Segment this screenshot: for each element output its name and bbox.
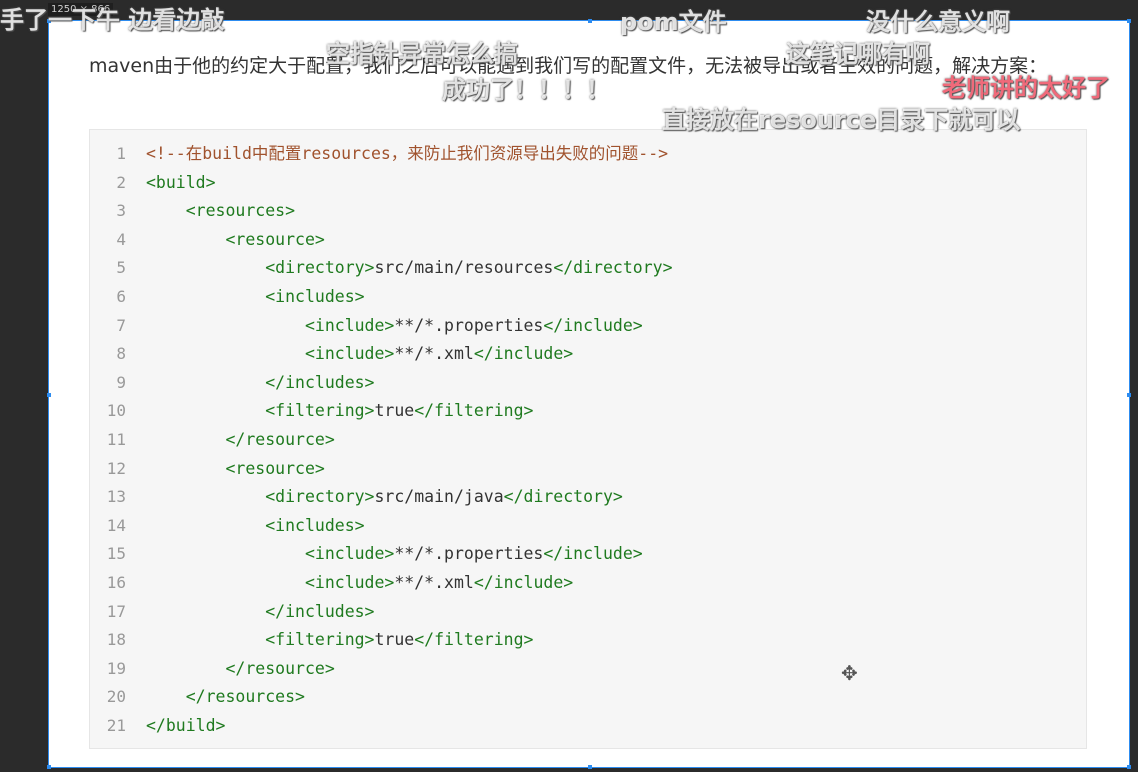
code-text: <build> [146, 172, 216, 192]
code-text: <includes> [265, 287, 365, 306]
line-number: 9 [116, 372, 126, 392]
resize-handle-right[interactable] [1127, 393, 1131, 397]
line-number: 6 [116, 287, 126, 306]
code-text: <directory>src/main/resources</directory… [265, 258, 673, 278]
line-number: 13 [106, 487, 126, 507]
danmaku-comment: 没什么意义啊 [866, 8, 1010, 36]
resize-handle-bl[interactable] [47, 765, 51, 769]
code-text: </includes> [265, 372, 375, 392]
danmaku-comment: 直接放在resource目录下就可以 [662, 106, 1021, 134]
code-text: <!--在build中配置resources，来防止我们资源导出失败的问题--> [146, 144, 669, 163]
line-number: 20 [106, 687, 126, 707]
line-number: 18 [106, 630, 126, 650]
danmaku-comment: 这笔记哪有啊 [786, 40, 930, 68]
code-text: <directory>src/main/java</directory> [265, 487, 623, 507]
line-number: 8 [116, 344, 126, 364]
resize-handle-bottom[interactable] [588, 765, 592, 769]
code-text: <include>**/*.properties</include> [304, 544, 643, 564]
code-text: <filtering>true</filtering> [265, 401, 534, 421]
danmaku-comment: 手了一下午 边看边敲 [0, 6, 225, 34]
line-number: 2 [116, 172, 126, 192]
line-number: 16 [106, 573, 126, 592]
code-text: <resources> [185, 201, 296, 221]
line-number: 17 [106, 601, 126, 621]
line-number: 15 [106, 544, 126, 564]
code-text: <include>**/*.xml</include> [304, 344, 574, 364]
code-block: 1 <!--在build中配置resources，来防止我们资源导出失败的问题--… [89, 129, 1087, 749]
danmaku-comment: 成功了！！！！ [442, 76, 610, 104]
code-text: <filtering>true</filtering> [265, 630, 534, 650]
code-text: </resource> [225, 658, 335, 678]
danmaku-comment: pom文件 [620, 8, 727, 36]
resize-handle-top[interactable] [588, 19, 592, 23]
line-number: 3 [116, 201, 126, 221]
line-number: 10 [106, 401, 126, 421]
resize-handle-br[interactable] [1127, 765, 1131, 769]
code-text: </resources> [185, 687, 305, 707]
line-number: 11 [106, 430, 126, 449]
code-text: <resource> [225, 458, 325, 478]
resize-handle-tr[interactable] [1127, 19, 1131, 23]
code-text: <include>**/*.properties</include> [304, 315, 643, 335]
resize-handle-left[interactable] [47, 393, 51, 397]
code-text: <include>**/*.xml</include> [304, 573, 574, 592]
danmaku-comment: 老师讲的太好了 [942, 74, 1110, 102]
line-number: 21 [106, 716, 126, 735]
line-number: 7 [116, 315, 126, 335]
code-text: </resource> [225, 430, 335, 449]
line-number: 19 [106, 658, 126, 678]
line-number: 1 [116, 144, 126, 163]
line-number: 5 [116, 258, 126, 278]
line-number: 12 [106, 458, 126, 478]
line-number: 4 [116, 229, 126, 249]
code-text: </build> [146, 716, 226, 735]
code-text: <resource> [225, 229, 325, 249]
move-cursor-icon: ✥ [841, 661, 858, 685]
code-text: <includes> [265, 515, 365, 535]
code-text: </includes> [265, 601, 375, 621]
line-number: 14 [106, 515, 126, 535]
danmaku-comment: 空指针异常怎么搞 [326, 40, 518, 68]
